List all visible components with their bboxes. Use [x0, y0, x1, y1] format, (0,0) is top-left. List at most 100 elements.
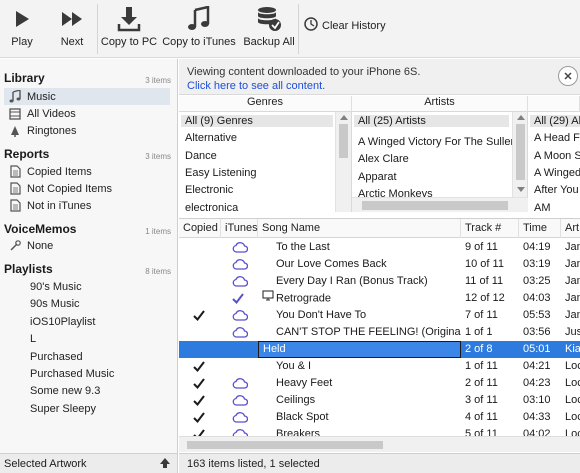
table-row[interactable]: You Don't Have To 7 of 11 05:53 Jam [179, 307, 580, 324]
cell-track: 12 of 12 [465, 292, 505, 304]
genres-scrollbar[interactable] [335, 112, 351, 212]
sidebar-item-none[interactable]: None [8, 237, 53, 254]
cell-time: 05:53 [523, 309, 551, 321]
artists-header[interactable]: Artists [352, 96, 528, 112]
genre-item[interactable]: Electronic [185, 184, 233, 196]
backup-all-label: Backup All [243, 36, 295, 48]
cell-artist: Just [565, 326, 580, 338]
song-name-edit-box[interactable]: Held [258, 341, 461, 358]
cell-time: 03:19 [523, 258, 551, 270]
playlist-item[interactable]: 90's Music [30, 281, 82, 293]
copied-cell [179, 341, 221, 358]
backup-all-button[interactable]: Backup All [243, 0, 295, 58]
scroll-up-icon[interactable] [517, 115, 525, 120]
banner-message: Viewing content downloaded to your iPhon… [187, 66, 421, 78]
scroll-thumb[interactable] [362, 201, 508, 210]
selected-artwork-bar[interactable]: Selected Artwork [0, 453, 178, 473]
song-name-text: Heavy Feet [276, 377, 333, 389]
clear-history-button[interactable]: Clear History [304, 17, 386, 34]
artists-scrollbar[interactable] [512, 112, 527, 197]
play-button[interactable]: Play [6, 0, 38, 58]
column-copied[interactable]: Copied [179, 219, 221, 238]
itunes-cell [221, 358, 258, 375]
playlist-item[interactable]: Some new 9.3 [30, 385, 100, 397]
artist-item[interactable]: Apparat [358, 171, 397, 183]
column-song-name[interactable]: Song Name [258, 219, 461, 238]
playlist-item[interactable]: iOS10Playlist [30, 316, 95, 328]
cloud-icon [221, 426, 258, 436]
toolbar-divider [97, 4, 98, 54]
table-row[interactable]: Breakers 5 of 11 04:02 Loca [179, 426, 580, 436]
song-name: Ceilings [258, 392, 461, 409]
copy-to-pc-label: Copy to PC [100, 36, 158, 48]
table-row[interactable]: CAN'T STOP THE FEELING! (Original S... 1 … [179, 324, 580, 341]
scroll-down-icon[interactable] [517, 187, 525, 192]
voicememos-count: 1 items [145, 227, 171, 236]
cell-artist: Loca [565, 377, 580, 389]
close-banner-button[interactable] [558, 66, 578, 86]
table-row[interactable]: Ceilings 3 of 11 03:10 Loca [179, 392, 580, 409]
artist-item[interactable]: A Winged Victory For The Sullen [358, 136, 517, 148]
sidebar-item-copied-items[interactable]: Copied Items [8, 163, 92, 180]
table-row[interactable]: Every Day I Ran (Bonus Track) 11 of 11 03:… [179, 273, 580, 290]
sidebar-item-music[interactable]: Music [4, 88, 170, 105]
playlist-item[interactable]: Purchased Music [30, 368, 114, 380]
album-item[interactable]: A Winged [534, 167, 580, 179]
artist-item[interactable]: All (25) Artists [354, 115, 509, 127]
song-name: Heavy Feet [258, 375, 461, 392]
sidebar-item-all-videos[interactable]: All Videos [8, 105, 76, 122]
cell-time: 04:19 [523, 241, 551, 253]
table-row[interactable]: Our Love Comes Back 10 of 11 03:19 Jam [179, 256, 580, 273]
scroll-up-icon[interactable] [340, 115, 348, 120]
genres-header[interactable]: Genres [179, 96, 352, 112]
album-item[interactable]: After You [534, 184, 579, 196]
table-row[interactable]: To the Last 9 of 11 04:19 Jam [179, 239, 580, 256]
cell-track: 2 of 8 [465, 343, 493, 355]
arrow-up-icon[interactable] [159, 457, 171, 472]
see-all-content-link[interactable]: Click here to see all content. [187, 80, 325, 92]
table-row[interactable]: Retrograde 12 of 12 04:03 Jam [179, 290, 580, 307]
film-icon [8, 107, 22, 121]
scroll-thumb[interactable] [516, 124, 525, 180]
sidebar-item-not-in-itunes[interactable]: Not in iTunes [8, 197, 91, 214]
table-row[interactable]: Held 2 of 8 05:01 Kias [179, 341, 580, 358]
playlist-item[interactable]: Purchased [30, 351, 83, 363]
sidebar-item-ringtones[interactable]: Ringtones [8, 122, 77, 139]
sidebar-item-label: Not in iTunes [27, 199, 92, 212]
artist-item[interactable]: Alex Clare [358, 153, 409, 165]
column-time[interactable]: Time [519, 219, 561, 238]
cloud-icon [221, 375, 258, 392]
column-track-number[interactable]: Track # [461, 219, 519, 238]
copied-cell [179, 256, 221, 273]
genre-item[interactable]: Alternative [185, 132, 237, 144]
album-item[interactable]: A Moon S [534, 150, 580, 162]
albums-header[interactable] [528, 96, 580, 112]
song-name-text: To the Last [276, 241, 330, 253]
artists-hscrollbar[interactable] [352, 197, 528, 212]
song-name-text: You & I [276, 360, 312, 372]
table-row[interactable]: You & I 1 of 11 04:21 Loca [179, 358, 580, 375]
copy-to-pc-button[interactable]: Copy to PC [101, 0, 157, 58]
copy-to-itunes-button[interactable]: Copy to iTunes [162, 0, 236, 58]
genre-item[interactable]: electronica [185, 202, 238, 212]
document-icon [8, 165, 22, 179]
column-itunes[interactable]: iTunes [221, 219, 258, 238]
album-item[interactable]: AM [534, 202, 551, 212]
album-item[interactable]: A Head Fu [534, 132, 580, 144]
table-hscrollbar[interactable] [179, 436, 580, 452]
album-item[interactable]: All (29) Al [530, 115, 580, 127]
genre-item[interactable]: Easy Listening [185, 167, 257, 179]
column-artist[interactable]: Art [561, 219, 580, 238]
playlist-item[interactable]: Super Sleepy [30, 403, 96, 415]
sidebar-item-not-copied-items[interactable]: Not Copied Items [8, 180, 112, 197]
table-row[interactable]: Black Spot 4 of 11 04:33 Loca [179, 409, 580, 426]
scroll-thumb[interactable] [187, 441, 383, 449]
playlist-item[interactable]: L [30, 333, 36, 345]
playlist-item[interactable]: 90s Music [30, 298, 80, 310]
scroll-thumb[interactable] [339, 124, 348, 158]
genre-item[interactable]: Dance [185, 150, 217, 162]
song-name-text: Every Day I Ran (Bonus Track) [276, 275, 428, 287]
table-row[interactable]: Heavy Feet 2 of 11 04:23 Loca [179, 375, 580, 392]
next-button[interactable]: Next [56, 0, 88, 58]
genre-item[interactable]: All (9) Genres [181, 115, 333, 127]
